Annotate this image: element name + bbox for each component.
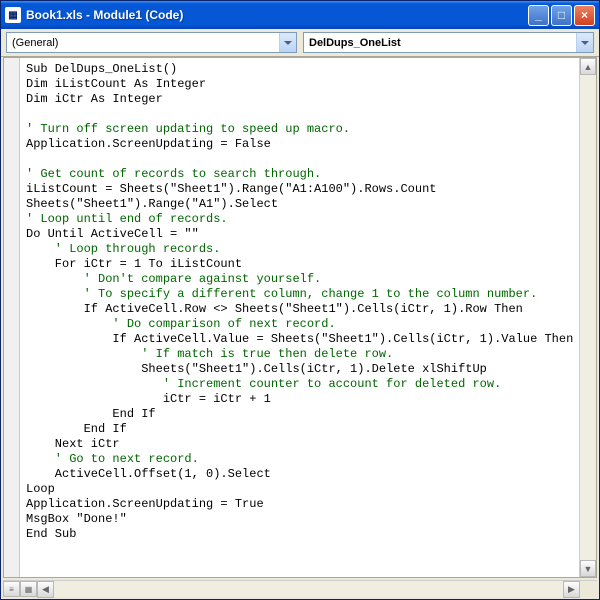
code-line: ' To specify a different column, change … — [26, 287, 537, 301]
code-line: ' Increment counter to account for delet… — [26, 377, 501, 391]
code-line: If ActiveCell.Value = Sheets("Sheet1").C… — [26, 332, 573, 346]
code-line: For iCtr = 1 To iListCount — [26, 257, 242, 271]
code-line: ' Loop through records. — [26, 242, 220, 256]
horizontal-scrollbar[interactable]: ≡ ▦ ◀ ▶ — [3, 580, 597, 597]
code-line: ' Get count of records to search through… — [26, 167, 321, 181]
minimize-button[interactable]: _ — [528, 5, 549, 26]
code-editor[interactable]: Sub DelDups_OneList() Dim iListCount As … — [4, 58, 579, 577]
procedure-dropdown[interactable]: DelDups_OneList — [303, 32, 594, 53]
code-line: ' Turn off screen updating to speed up m… — [26, 122, 350, 136]
code-line: ' Do comparison of next record. — [26, 317, 336, 331]
close-button[interactable]: × — [574, 5, 595, 26]
code-line: End If — [26, 422, 127, 436]
code-line: iListCount = Sheets("Sheet1").Range("A1:… — [26, 182, 436, 196]
code-line: ' Loop until end of records. — [26, 212, 228, 226]
code-line: Sheets("Sheet1").Cells(iCtr, 1).Delete x… — [26, 362, 487, 376]
procedure-dropdown-value: DelDups_OneList — [309, 37, 401, 49]
code-line: Next iCtr — [26, 437, 120, 451]
code-line: Sub DelDups_OneList() — [26, 62, 177, 76]
code-line: MsgBox "Done!" — [26, 512, 127, 526]
chevron-down-icon — [576, 33, 593, 52]
code-line: ' Go to next record. — [26, 452, 199, 466]
code-line: Application.ScreenUpdating = False — [26, 137, 271, 151]
scroll-left-button[interactable]: ◀ — [37, 581, 54, 598]
code-line: Do Until ActiveCell = "" — [26, 227, 199, 241]
scroll-up-button[interactable]: ▲ — [580, 58, 596, 75]
maximize-button[interactable]: □ — [551, 5, 572, 26]
window-title: Book1.xls - Module1 (Code) — [26, 8, 528, 22]
code-line: End Sub — [26, 527, 76, 541]
code-margin — [4, 58, 20, 577]
object-dropdown-value: (General) — [12, 37, 58, 49]
scroll-down-button[interactable]: ▼ — [580, 560, 596, 577]
window-buttons: _ □ × — [528, 5, 595, 26]
scroll-track[interactable] — [54, 581, 563, 597]
code-line: Dim iCtr As Integer — [26, 92, 163, 106]
view-mode-buttons: ≡ ▦ — [3, 581, 37, 597]
code-line: iCtr = iCtr + 1 — [26, 392, 271, 406]
dropdown-bar: (General) DelDups_OneList — [1, 29, 599, 57]
code-line: Dim iListCount As Integer — [26, 77, 206, 91]
code-line: End If — [26, 407, 156, 421]
scroll-track[interactable] — [580, 75, 596, 560]
full-view-button[interactable]: ▦ — [20, 581, 37, 597]
code-pane: Sub DelDups_OneList() Dim iListCount As … — [3, 57, 597, 578]
titlebar[interactable]: ▦ Book1.xls - Module1 (Code) _ □ × — [1, 1, 599, 29]
resize-grip[interactable] — [580, 581, 597, 598]
code-line: ActiveCell.Offset(1, 0).Select — [26, 467, 271, 481]
object-dropdown[interactable]: (General) — [6, 32, 297, 53]
vertical-scrollbar[interactable]: ▲ ▼ — [579, 58, 596, 577]
app-icon: ▦ — [5, 7, 21, 23]
code-line: Sheets("Sheet1").Range("A1").Select — [26, 197, 278, 211]
code-line: ' Don't compare against yourself. — [26, 272, 321, 286]
code-line: ' If match is true then delete row. — [26, 347, 393, 361]
code-line: Application.ScreenUpdating = True — [26, 497, 264, 511]
code-window: ▦ Book1.xls - Module1 (Code) _ □ × (Gene… — [0, 0, 600, 600]
chevron-down-icon — [279, 33, 296, 52]
code-line: Loop — [26, 482, 55, 496]
code-line: If ActiveCell.Row <> Sheets("Sheet1").Ce… — [26, 302, 523, 316]
proc-view-button[interactable]: ≡ — [3, 581, 20, 597]
scroll-right-button[interactable]: ▶ — [563, 581, 580, 598]
